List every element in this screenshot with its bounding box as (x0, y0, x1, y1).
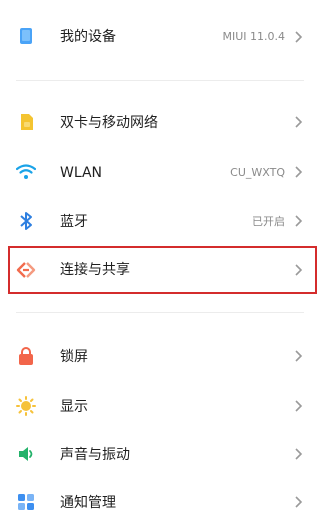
chevron-right-icon (295, 496, 303, 508)
lock-icon (16, 346, 36, 366)
settings-row-bluetooth[interactable]: 蓝牙 已开启 (0, 197, 323, 245)
settings-row-display[interactable]: 显示 (0, 382, 323, 430)
chevron-right-icon (295, 350, 303, 362)
row-label: 我的设备 (60, 29, 116, 45)
bluetooth-icon (16, 211, 36, 231)
sun-icon (16, 396, 36, 416)
row-label: WLAN (60, 165, 103, 181)
wifi-icon (16, 162, 36, 182)
row-value: 已开启 (252, 215, 285, 228)
section-divider (16, 312, 304, 313)
settings-row-my-device[interactable]: 我的设备 MIUI 11.0.4 (0, 12, 323, 60)
row-label: 双卡与移动网络 (60, 115, 158, 131)
chevron-right-icon (295, 448, 303, 460)
sim-card-icon (16, 112, 36, 132)
highlight-frame (8, 246, 317, 294)
row-label: 通知管理 (60, 495, 116, 511)
settings-row-notification[interactable]: 通知管理 (0, 478, 323, 526)
chevron-right-icon (295, 400, 303, 412)
row-label: 声音与振动 (60, 447, 130, 463)
chevron-right-icon (295, 215, 303, 227)
settings-row-sound-vibration[interactable]: 声音与振动 (0, 430, 323, 478)
chevron-right-icon (295, 116, 303, 128)
settings-row-lock-screen[interactable]: 锁屏 (0, 332, 323, 380)
speaker-icon (16, 444, 36, 464)
row-label: 蓝牙 (60, 214, 88, 230)
chevron-right-icon (295, 166, 303, 178)
row-value: CU_WXTQ (230, 166, 285, 179)
row-label: 显示 (60, 399, 88, 415)
notification-icon (16, 492, 36, 512)
settings-row-sim-network[interactable]: 双卡与移动网络 (0, 98, 323, 146)
settings-row-wlan[interactable]: WLAN CU_WXTQ (0, 148, 323, 196)
chevron-right-icon (295, 31, 303, 43)
row-value: MIUI 11.0.4 (222, 30, 285, 43)
phone-icon (16, 26, 36, 46)
row-label: 锁屏 (60, 349, 88, 365)
section-divider (16, 80, 304, 81)
